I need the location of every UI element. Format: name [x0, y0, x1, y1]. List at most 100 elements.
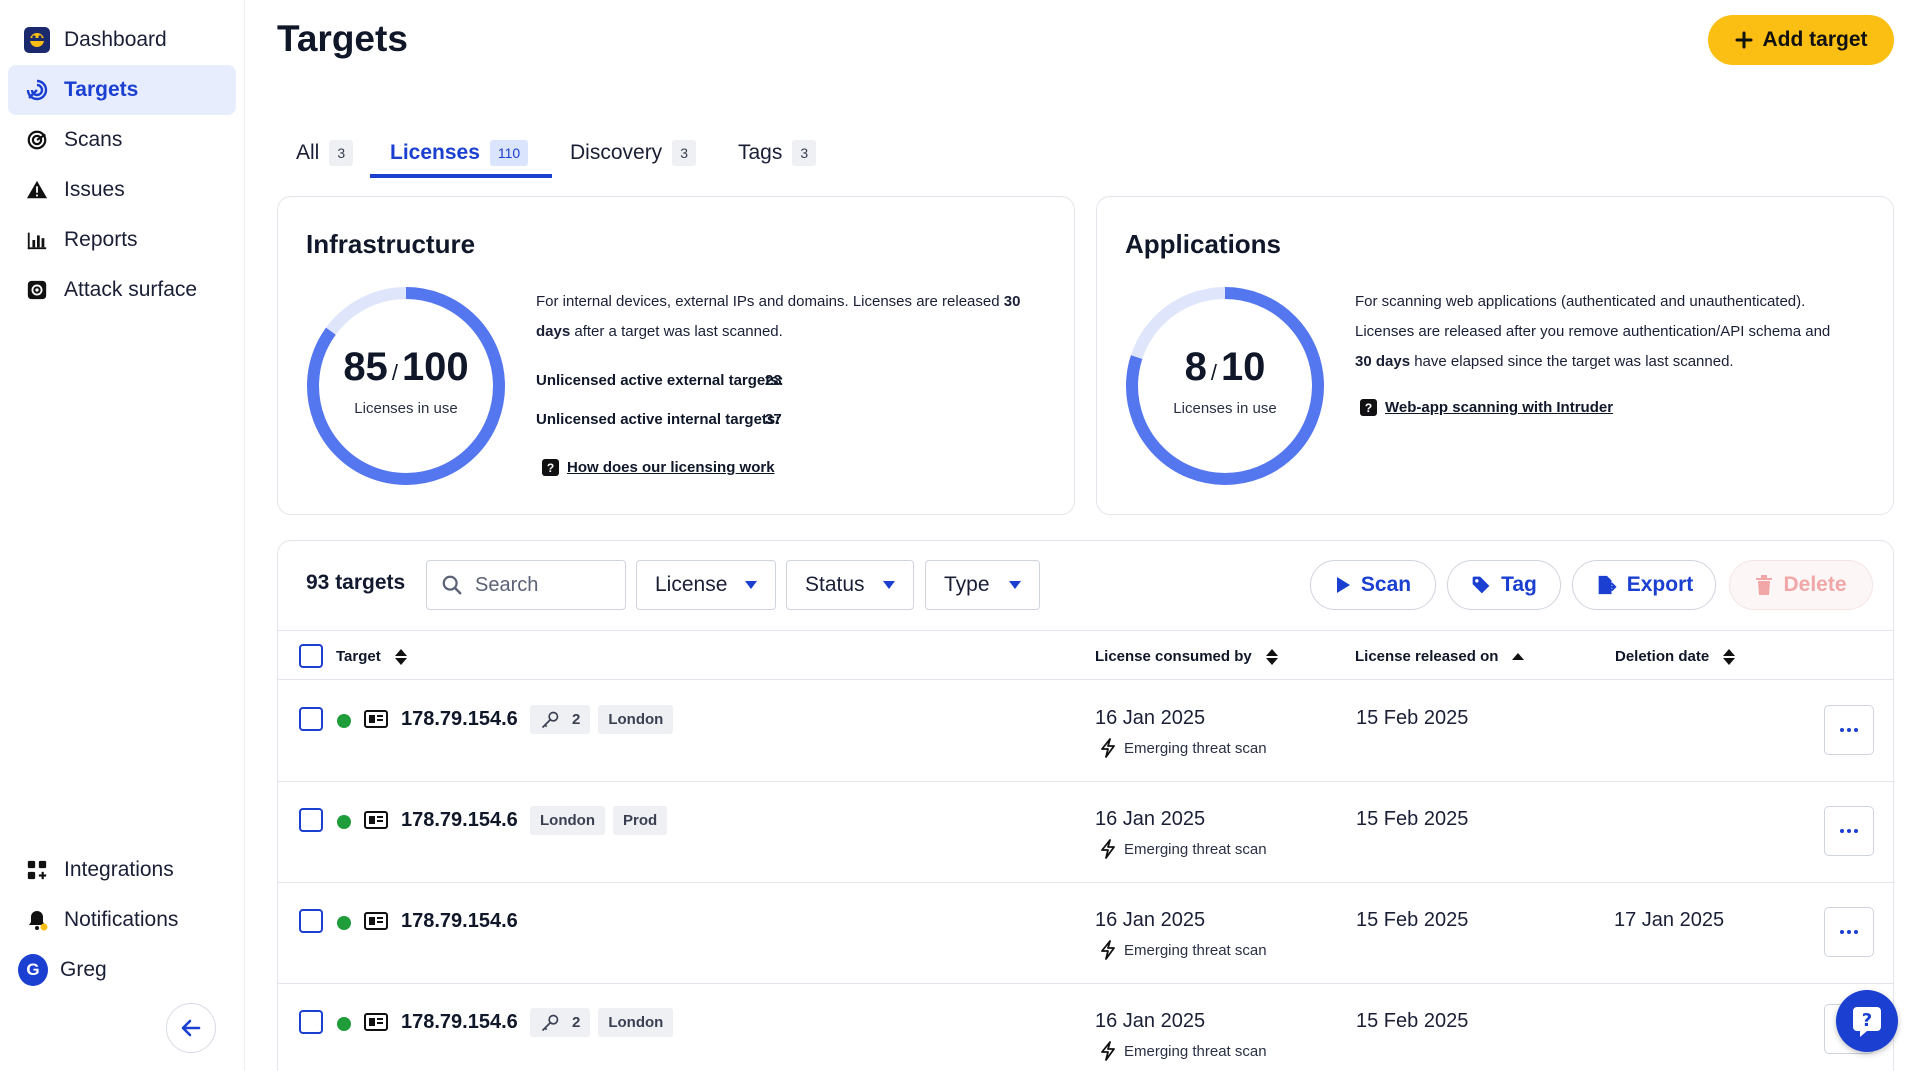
- sidebar-item-targets[interactable]: Targets: [8, 65, 236, 115]
- license-released-date: 15 Feb 2025: [1356, 707, 1469, 729]
- scan-type-label: Emerging threat scan: [1124, 840, 1267, 858]
- row-checkbox[interactable]: [299, 808, 323, 832]
- column-deletion-date[interactable]: Deletion date: [1615, 648, 1736, 665]
- external-targets-value: 23: [765, 372, 782, 389]
- sidebar-item-integrations[interactable]: Integrations: [8, 845, 236, 895]
- sort-ascending-icon: [1512, 653, 1525, 660]
- tag-button[interactable]: Tag: [1447, 560, 1561, 610]
- auth-key-chip: 2: [530, 705, 591, 734]
- scan-type: Emerging threat scan: [1100, 738, 1267, 758]
- tab-licenses[interactable]: Licenses 110: [370, 130, 552, 178]
- applications-card: Applications 8/10 Licenses in use For sc…: [1096, 196, 1894, 515]
- arrow-left-icon: [181, 1019, 201, 1037]
- column-license-released[interactable]: License released on: [1355, 648, 1525, 665]
- add-target-button[interactable]: Add target: [1708, 15, 1894, 65]
- scan-type: Emerging threat scan: [1100, 839, 1267, 859]
- desc-bold: days: [536, 323, 571, 340]
- licenses-total: 10: [1220, 345, 1266, 389]
- status-filter-dropdown[interactable]: Status: [786, 560, 914, 610]
- webapp-scanning-link[interactable]: ? Web-app scanning with Intruder: [1360, 399, 1613, 416]
- scan-type-label: Emerging threat scan: [1124, 941, 1267, 959]
- column-target[interactable]: Target: [336, 648, 407, 665]
- tag-chip[interactable]: London: [530, 806, 605, 835]
- tab-all[interactable]: All 3: [278, 130, 370, 176]
- tab-count: 3: [672, 140, 696, 166]
- type-filter-dropdown[interactable]: Type: [925, 560, 1040, 610]
- column-label: Target: [336, 648, 381, 665]
- row-checkbox[interactable]: [299, 1010, 323, 1034]
- licenses-used: 8: [1184, 345, 1207, 389]
- tab-discovery[interactable]: Discovery 3: [552, 130, 720, 176]
- status-dot: [337, 1017, 351, 1031]
- chevron-down-icon: [1009, 581, 1021, 589]
- attack-surface-icon: [22, 275, 52, 305]
- row-tags: London Prod: [530, 806, 668, 835]
- tab-label: All: [296, 141, 320, 164]
- table-header: Target License consumed by License relea…: [278, 630, 1893, 680]
- target-ip[interactable]: 178.79.154.6: [401, 708, 518, 731]
- select-all-checkbox[interactable]: [299, 644, 323, 668]
- row-tags: 2 London: [530, 705, 674, 734]
- target-ip[interactable]: 178.79.154.6: [401, 1011, 518, 1034]
- sidebar-item-label: Scans: [64, 128, 123, 151]
- chevron-down-icon: [745, 581, 758, 589]
- key-count: 2: [572, 711, 581, 728]
- collapse-sidebar-button[interactable]: [166, 1003, 216, 1053]
- donut-label: 8/10 Licenses in use: [1125, 345, 1325, 417]
- card-title: Applications: [1125, 229, 1282, 259]
- column-label: License consumed by: [1095, 648, 1252, 665]
- export-button[interactable]: Export: [1572, 560, 1716, 610]
- row-checkbox[interactable]: [299, 707, 323, 731]
- button-label: Tag: [1501, 573, 1537, 596]
- sidebar-item-label: Reports: [64, 228, 138, 251]
- table-row[interactable]: 178.79.154.6 2 London 16 Jan 2025 Emergi…: [278, 681, 1893, 782]
- row-checkbox[interactable]: [299, 909, 323, 933]
- row-tags: 2 London: [530, 1008, 674, 1037]
- table-row[interactable]: 178.79.154.6 16 Jan 2025 Emerging threat…: [278, 883, 1893, 984]
- target-ip[interactable]: 178.79.154.6: [401, 910, 518, 933]
- tab-label: Discovery: [570, 141, 663, 164]
- tab-label: Licenses: [390, 141, 480, 164]
- row-actions-button[interactable]: [1824, 705, 1874, 755]
- scan-type: Emerging threat scan: [1100, 940, 1267, 960]
- avatar: G: [18, 954, 48, 986]
- tab-count: 3: [792, 140, 817, 166]
- licensing-help-link[interactable]: ? How does our licensing work: [542, 459, 775, 476]
- license-filter-dropdown[interactable]: License: [636, 560, 776, 610]
- sidebar-item-attack-surface[interactable]: Attack surface: [8, 265, 236, 315]
- table-row[interactable]: 178.79.154.6 2 London 16 Jan 2025 Emergi…: [278, 984, 1893, 1071]
- help-chat-button[interactable]: ?: [1836, 990, 1898, 1052]
- dashboard-logo-icon: [22, 25, 52, 55]
- sidebar-item-label: Dashboard: [64, 28, 167, 51]
- row-actions-button[interactable]: [1824, 907, 1874, 957]
- tag-chip[interactable]: Prod: [612, 806, 668, 835]
- infrastructure-description: For internal devices, external IPs and d…: [536, 287, 1056, 347]
- sidebar-item-notifications[interactable]: Notifications: [8, 895, 236, 945]
- row-actions-button[interactable]: [1824, 806, 1874, 856]
- tab-count: 110: [489, 140, 529, 166]
- column-license-consumed[interactable]: License consumed by: [1095, 648, 1278, 665]
- lightning-icon: [1101, 839, 1115, 859]
- licenses-count: 8/10: [1184, 345, 1266, 389]
- table-row[interactable]: 178.79.154.6 London Prod 16 Jan 2025 Eme…: [278, 782, 1893, 883]
- scan-type-label: Emerging threat scan: [1124, 739, 1267, 757]
- sidebar-item-issues[interactable]: Issues: [8, 165, 236, 215]
- sort-icon: [1265, 648, 1278, 665]
- tab-tags[interactable]: Tags 3: [720, 130, 850, 176]
- avatar-wrap: G: [18, 954, 48, 986]
- delete-button[interactable]: Delete: [1729, 560, 1873, 610]
- sidebar-item-reports[interactable]: Reports: [8, 215, 236, 265]
- scan-button[interactable]: Scan: [1310, 560, 1436, 610]
- search-input[interactable]: Search: [426, 560, 626, 610]
- desc-bold: 30: [1003, 293, 1021, 310]
- tag-chip[interactable]: London: [598, 705, 674, 734]
- tag-chip[interactable]: London: [598, 1008, 674, 1037]
- license-consumed-date: 16 Jan 2025: [1095, 808, 1206, 830]
- sidebar-item-user[interactable]: G Greg: [8, 945, 236, 995]
- sidebar-item-dashboard[interactable]: Dashboard: [8, 15, 236, 65]
- sidebar-item-scans[interactable]: Scans: [8, 115, 236, 165]
- target-ip[interactable]: 178.79.154.6: [401, 809, 518, 832]
- lightning-icon: [1101, 940, 1115, 960]
- desc-text: For internal devices, external IPs and d…: [536, 293, 1004, 310]
- card-title: Infrastructure: [306, 229, 476, 259]
